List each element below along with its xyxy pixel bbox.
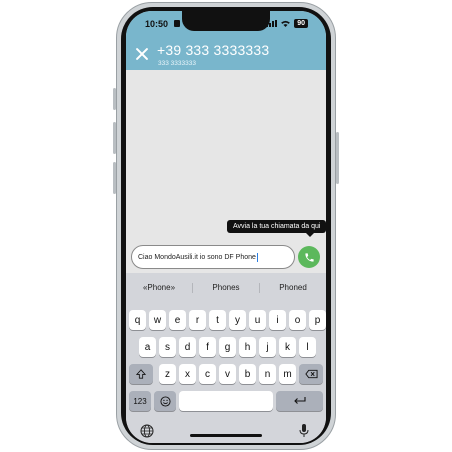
key-s[interactable]: s: [159, 337, 176, 357]
suggestion-item[interactable]: Phones: [193, 279, 259, 297]
call-button[interactable]: [298, 246, 320, 268]
key-e[interactable]: e: [169, 310, 186, 330]
key-y[interactable]: y: [229, 310, 246, 330]
suggestion-bar: «Phone» Phones Phoned: [126, 279, 326, 297]
suggestion-item[interactable]: «Phone»: [126, 279, 192, 297]
key-h[interactable]: h: [239, 337, 256, 357]
return-key[interactable]: [276, 391, 323, 411]
emoji-icon: [159, 395, 171, 407]
key-z[interactable]: z: [159, 364, 176, 384]
space-key[interactable]: [179, 391, 273, 411]
notch: [182, 11, 270, 31]
key-p[interactable]: p: [309, 310, 326, 330]
key-j[interactable]: j: [259, 337, 276, 357]
home-indicator: [190, 434, 262, 437]
key-b[interactable]: b: [239, 364, 256, 384]
call-tooltip: Avvia la tua chiamata da qui: [227, 220, 326, 237]
suggestion-item[interactable]: Phoned: [260, 279, 326, 297]
key-x[interactable]: x: [179, 364, 196, 384]
status-icons: 90: [266, 19, 308, 28]
phone-icon: [304, 252, 314, 262]
key-d[interactable]: d: [179, 337, 196, 357]
key-k[interactable]: k: [279, 337, 296, 357]
key-r[interactable]: r: [189, 310, 206, 330]
key-o[interactable]: o: [289, 310, 306, 330]
keyboard: «Phone» Phones Phoned q w e r t y u i o …: [126, 273, 326, 443]
globe-icon[interactable]: [140, 424, 154, 438]
key-q[interactable]: q: [129, 310, 146, 330]
key-u[interactable]: u: [249, 310, 266, 330]
call-header: 10:50 90 +39 333 3333333 333 3333333: [126, 11, 326, 70]
key-m[interactable]: m: [279, 364, 296, 384]
key-a[interactable]: a: [139, 337, 156, 357]
text-caret: [256, 252, 258, 262]
key-c[interactable]: c: [199, 364, 216, 384]
return-icon: [293, 397, 306, 404]
microphone-icon[interactable]: [298, 423, 310, 438]
key-t[interactable]: t: [209, 310, 226, 330]
shift-key[interactable]: [129, 364, 153, 384]
message-input[interactable]: Ciao MondoAusili.it io sono DF Phone: [131, 245, 295, 269]
side-button-left: [113, 122, 116, 154]
close-icon[interactable]: [135, 47, 149, 61]
side-button-left: [113, 162, 116, 194]
key-i[interactable]: i: [269, 310, 286, 330]
signal-icon: [266, 20, 278, 27]
phone-number-subtitle: 333 3333333: [158, 60, 196, 67]
key-n[interactable]: n: [259, 364, 276, 384]
sim-icon: [174, 20, 180, 27]
backspace-icon: [304, 369, 318, 379]
side-button-right: [336, 132, 339, 184]
wifi-icon: [281, 20, 291, 27]
key-f[interactable]: f: [199, 337, 216, 357]
key-v[interactable]: v: [219, 364, 236, 384]
numbers-key[interactable]: 123: [129, 391, 151, 411]
phone-number-title: +39 333 3333333: [157, 42, 270, 58]
battery-indicator: 90: [294, 19, 308, 28]
shift-icon: [136, 369, 146, 379]
key-w[interactable]: w: [149, 310, 166, 330]
backspace-key[interactable]: [299, 364, 323, 384]
side-button-left: [113, 88, 116, 110]
key-g[interactable]: g: [219, 337, 236, 357]
message-input-text: Ciao MondoAusili.it io sono DF Phone: [138, 253, 256, 261]
status-time: 10:50: [145, 19, 169, 29]
key-l[interactable]: l: [299, 337, 316, 357]
emoji-key[interactable]: [154, 391, 176, 411]
phone-screen: 10:50 90 +39 333 3333333 333 3333333 Avv…: [126, 11, 326, 443]
